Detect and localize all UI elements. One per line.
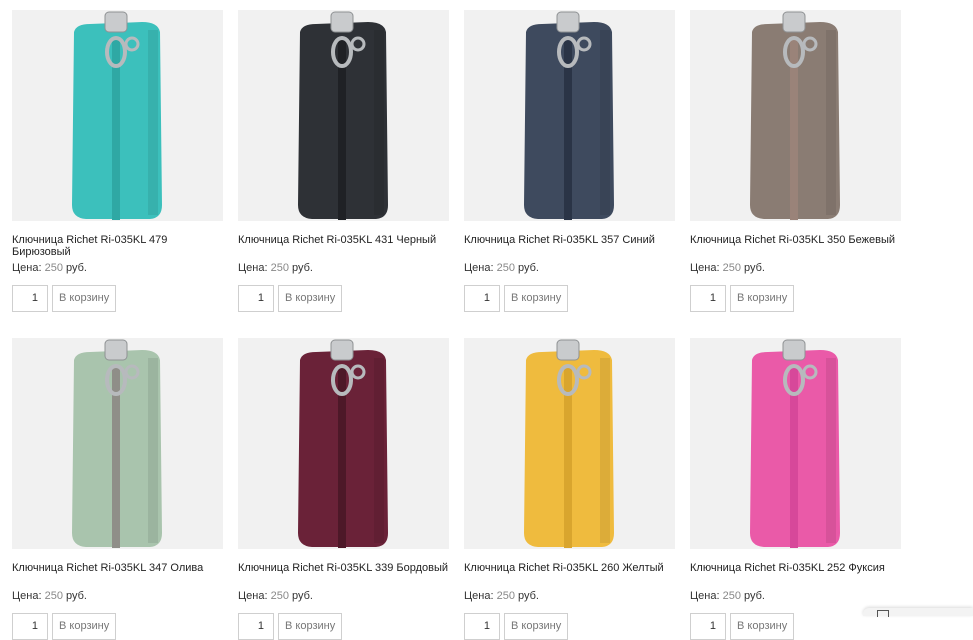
quantity-input[interactable]: 1 xyxy=(238,613,274,640)
product-title[interactable]: Ключница Richet Ri-035KL 350 Бежевый xyxy=(690,234,901,258)
add-to-cart-button[interactable]: В корзину xyxy=(278,613,343,640)
pouch-shadow xyxy=(600,30,610,215)
product-title[interactable]: Ключница Richet Ri-035KL 347 Олива xyxy=(12,562,223,586)
product-image[interactable] xyxy=(238,10,449,221)
product-card: Ключница Richet Ri-035KL 431 Черный Цена… xyxy=(238,10,449,312)
zipper-slider xyxy=(782,11,806,33)
product-title[interactable]: Ключница Richet Ri-035KL 260 Желтый xyxy=(464,562,675,586)
product-card: Ключница Richet Ri-035KL 357 Синий Цена:… xyxy=(464,10,675,312)
product-photo-illustration xyxy=(524,339,614,548)
zipper-slider xyxy=(104,11,128,33)
pouch-shadow xyxy=(374,358,384,543)
product-price: Цена: 250 руб. xyxy=(464,262,539,274)
zipper-slider xyxy=(556,339,580,361)
product-image[interactable] xyxy=(690,10,901,221)
product-price: Цена: 250 руб. xyxy=(12,262,87,274)
product-image[interactable] xyxy=(464,10,675,221)
pouch-shadow xyxy=(148,358,158,543)
quantity-input[interactable]: 1 xyxy=(464,285,500,312)
quantity-input[interactable]: 1 xyxy=(464,613,500,640)
product-title[interactable]: Ключница Richet Ri-035KL 252 Фуксия xyxy=(690,562,901,586)
zipper-slider xyxy=(104,339,128,361)
quantity-input[interactable]: 1 xyxy=(12,613,48,640)
pouch-shadow xyxy=(826,30,836,215)
add-to-cart-button[interactable]: В корзину xyxy=(278,285,343,312)
product-photo-illustration xyxy=(72,11,162,220)
product-card: Ключница Richet Ri-035KL 350 Бежевый Цен… xyxy=(690,10,901,312)
add-to-cart-button[interactable]: В корзину xyxy=(730,285,795,312)
product-price: Цена: 250 руб. xyxy=(12,590,87,602)
zipper-slider xyxy=(330,11,354,33)
pouch-shadow xyxy=(600,358,610,543)
zipper-slider xyxy=(782,339,806,361)
zipper-slider xyxy=(330,339,354,361)
product-image[interactable] xyxy=(238,338,449,549)
product-card: Ключница Richet Ri-035KL 479 Бирюзовый Ц… xyxy=(12,10,223,312)
product-image[interactable] xyxy=(690,338,901,549)
product-card: Ключница Richet Ri-035KL 339 Бордовый Це… xyxy=(238,338,449,640)
pouch-shadow xyxy=(826,358,836,543)
quantity-input[interactable]: 1 xyxy=(690,613,726,640)
product-price: Цена: 250 руб. xyxy=(238,590,313,602)
quantity-input[interactable]: 1 xyxy=(690,285,726,312)
product-card: Ключница Richet Ri-035KL 252 Фуксия Цена… xyxy=(690,338,901,640)
product-photo-illustration xyxy=(298,11,388,220)
quantity-input[interactable]: 1 xyxy=(238,285,274,312)
product-photo-illustration xyxy=(298,339,388,548)
zipper-slider xyxy=(556,11,580,33)
product-title[interactable]: Ключница Richet Ri-035KL 339 Бордовый xyxy=(238,562,449,586)
product-price: Цена: 250 руб. xyxy=(690,262,765,274)
product-title[interactable]: Ключница Richet Ri-035KL 357 Синий xyxy=(464,234,675,258)
chat-widget-tab[interactable] xyxy=(863,608,973,617)
add-to-cart-button[interactable]: В корзину xyxy=(504,285,569,312)
add-to-cart-button[interactable]: В корзину xyxy=(52,285,117,312)
product-title[interactable]: Ключница Richet Ri-035KL 431 Черный xyxy=(238,234,449,258)
add-to-cart-button[interactable]: В корзину xyxy=(504,613,569,640)
product-photo-illustration xyxy=(750,11,840,220)
product-price: Цена: 250 руб. xyxy=(464,590,539,602)
product-photo-illustration xyxy=(750,339,840,548)
product-image[interactable] xyxy=(12,338,223,549)
add-to-cart-button[interactable]: В корзину xyxy=(730,613,795,640)
product-photo-illustration xyxy=(524,11,614,220)
pouch-shadow xyxy=(148,30,158,215)
product-image[interactable] xyxy=(12,10,223,221)
product-photo-illustration xyxy=(72,339,162,548)
product-card: Ключница Richet Ri-035KL 260 Желтый Цена… xyxy=(464,338,675,640)
add-to-cart-button[interactable]: В корзину xyxy=(52,613,117,640)
product-card: Ключница Richet Ri-035KL 347 Олива Цена:… xyxy=(12,338,223,640)
product-price: Цена: 250 руб. xyxy=(690,590,765,602)
product-price: Цена: 250 руб. xyxy=(238,262,313,274)
pouch-shadow xyxy=(374,30,384,215)
product-image[interactable] xyxy=(464,338,675,549)
quantity-input[interactable]: 1 xyxy=(12,285,48,312)
product-title[interactable]: Ключница Richet Ri-035KL 479 Бирюзовый xyxy=(12,234,223,258)
